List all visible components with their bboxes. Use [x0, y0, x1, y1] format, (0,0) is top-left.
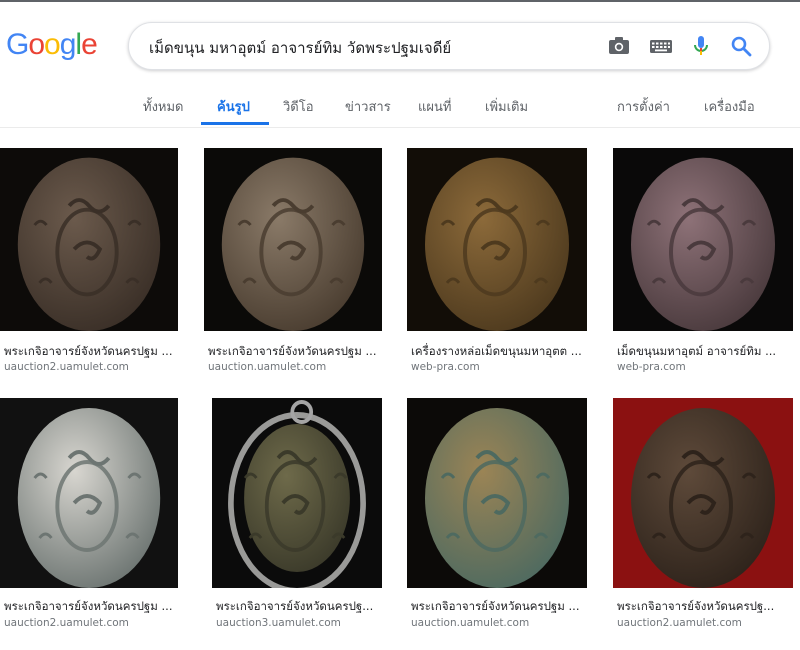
result-domain[interactable]: uauction2.uamulet.com [4, 361, 129, 373]
result-domain[interactable]: uauction.uamulet.com [208, 361, 326, 373]
logo-letter: g [59, 28, 77, 61]
logo-letter: G [6, 28, 29, 61]
search-icon[interactable] [729, 35, 753, 57]
result-title[interactable]: พระเกจิอาจารย์จังหวัดนครปฐม ... [411, 598, 587, 616]
mic-icon[interactable] [689, 35, 713, 57]
amulet-image [631, 157, 775, 331]
amulet-image [631, 408, 775, 588]
amulet-image [17, 408, 161, 588]
result-domain[interactable]: web-pra.com [411, 361, 480, 373]
tab-more[interactable]: เพิ่มเติม [485, 96, 528, 117]
amulet-image [228, 400, 366, 588]
tab-tools[interactable]: เครื่องมือ [704, 96, 755, 117]
result-domain[interactable]: uauction.uamulet.com [411, 617, 529, 629]
tab-videos[interactable]: วิดีโอ [283, 96, 314, 117]
result-title[interactable]: พระเกจิอาจารย์จังหวัดนครปฐ... [617, 598, 793, 616]
tab-settings[interactable]: การตั้งค่า [617, 96, 670, 117]
result-domain[interactable]: uauction2.uamulet.com [4, 617, 129, 629]
top-border [0, 0, 800, 2]
google-logo[interactable]: Google [6, 28, 98, 62]
logo-letter: o [28, 28, 45, 61]
result-title[interactable]: เครื่องรางหล่อเม็ดขนุนมหาอุตต ... [411, 343, 587, 361]
keyboard-icon[interactable] [649, 35, 673, 57]
result-thumbnail[interactable] [204, 148, 382, 331]
result-title[interactable]: พระเกจิอาจารย์จังหวัดนครปฐ... [216, 598, 390, 616]
result-domain[interactable]: uauction3.uamulet.com [216, 617, 341, 629]
tabs-divider [0, 127, 800, 128]
tab-news[interactable]: ข่าวสาร [345, 96, 391, 117]
result-thumbnail[interactable] [0, 148, 178, 331]
result-title[interactable]: พระเกจิอาจารย์จังหวัดนครปฐม ... [4, 598, 178, 616]
logo-letter: e [81, 28, 98, 61]
amulet-image [425, 157, 569, 331]
amulet-image [221, 157, 365, 331]
search-input[interactable]: เม็ดขนุน มหาอุตม์ อาจารย์ทิม วัดพระปฐมเจ… [149, 36, 451, 60]
tab-images[interactable]: ค้นรูป [217, 96, 250, 117]
result-domain[interactable]: web-pra.com [617, 361, 686, 373]
tab-maps[interactable]: แผนที่ [418, 96, 451, 117]
result-title[interactable]: เม็ดขนุนมหาอุตม์ อาจารย์ทิม ... [617, 343, 793, 361]
result-thumbnail[interactable] [407, 148, 587, 331]
tab-all[interactable]: ทั้งหมด [143, 96, 184, 117]
result-title[interactable]: พระเกจิอาจารย์จังหวัดนครปฐม ... [4, 343, 178, 361]
amulet-image [425, 408, 569, 588]
result-thumbnail[interactable] [613, 398, 793, 588]
result-domain[interactable]: uauction2.uamulet.com [617, 617, 742, 629]
result-thumbnail[interactable] [0, 398, 178, 588]
result-title[interactable]: พระเกจิอาจารย์จังหวัดนครปฐม ... [208, 343, 382, 361]
camera-icon[interactable] [607, 35, 631, 57]
search-tabs: ทั้งหมด ค้นรูป วิดีโอ ข่าวสาร แผนที่ เพิ… [0, 90, 800, 128]
logo-letter: o [44, 28, 61, 61]
amulet-image [17, 157, 161, 331]
active-tab-indicator [201, 122, 269, 125]
result-thumbnail[interactable] [613, 148, 793, 331]
search-box[interactable]: เม็ดขนุน มหาอุตม์ อาจารย์ทิม วัดพระปฐมเจ… [128, 22, 770, 70]
result-thumbnail[interactable] [407, 398, 587, 588]
result-thumbnail[interactable] [212, 398, 382, 588]
